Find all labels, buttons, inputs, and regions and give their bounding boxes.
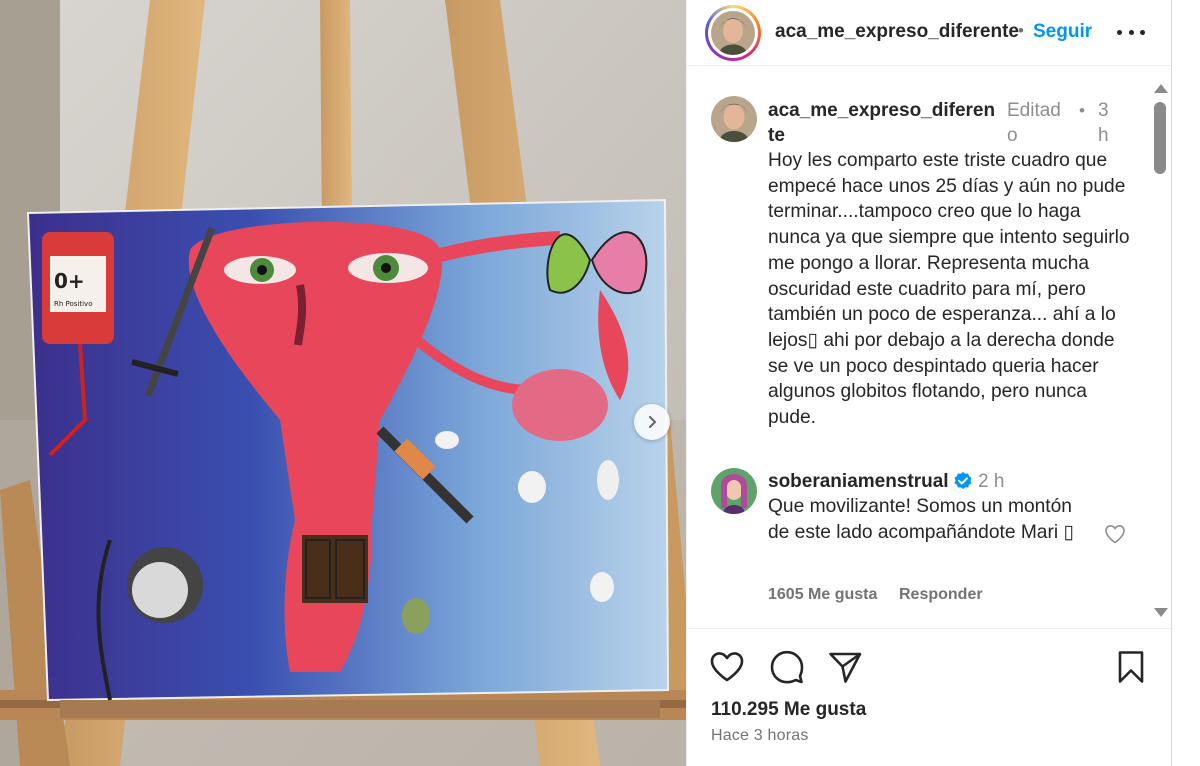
author-avatar (711, 11, 755, 55)
scroll-down-arrow[interactable] (1154, 608, 1168, 617)
more-options-icon[interactable] (1117, 22, 1145, 42)
avatar-image (711, 468, 757, 514)
comment-icon[interactable] (769, 649, 805, 685)
header-separator-dot: • (1018, 21, 1024, 40)
avatar-image (711, 11, 755, 55)
bookmark-icon[interactable] (1113, 649, 1149, 685)
post-header: aca_me_expreso_diferente • Seguir (687, 0, 1172, 66)
painting-photo: 0+ Rh Positivo (0, 0, 686, 766)
caption-avatar[interactable] (711, 96, 757, 142)
chevron-right-icon (648, 415, 657, 429)
more-dot (1140, 29, 1145, 35)
scroll-thumb[interactable] (1154, 102, 1166, 174)
svg-text:Rh Positivo: Rh Positivo (54, 300, 93, 308)
follow-button[interactable]: Seguir (1033, 21, 1092, 43)
comment-text: Que movilizante! Somos un montón de este… (768, 496, 1075, 543)
window-edge (1171, 0, 1200, 766)
svg-text:0+: 0+ (54, 269, 85, 293)
comment-username[interactable]: soberaniamenstrual (768, 469, 949, 494)
caption-separator-dot: • (1079, 101, 1085, 120)
comment-timestamp[interactable]: 2 h (978, 469, 1004, 494)
comments-scrollbar[interactable] (1150, 84, 1168, 624)
scroll-up-arrow[interactable] (1154, 84, 1168, 93)
heart-icon[interactable] (709, 649, 745, 685)
comment-reply-button[interactable]: Responder (899, 586, 983, 604)
header-username[interactable]: aca_me_expreso_diferente (775, 21, 1019, 43)
comment-avatar[interactable] (711, 468, 757, 514)
caption-username[interactable]: aca_me_expreso_diferente (768, 98, 1000, 148)
next-media-button[interactable] (634, 404, 670, 440)
avatar-frame (708, 8, 758, 58)
caption-edited-label: Editado (1007, 100, 1061, 146)
avatar-image (711, 96, 757, 142)
more-dot (1117, 29, 1122, 35)
caption-text: Hoy les comparto este triste cuadro que … (768, 150, 1130, 429)
comments-section[interactable]: aca_me_expreso_diferente Editado • 3 h H… (687, 78, 1149, 623)
author-avatar-story-ring[interactable] (705, 5, 761, 61)
post-actions: 110.295 Me gusta Hace 3 horas (687, 628, 1172, 766)
post-side-panel: aca_me_expreso_diferente • Seguir aca_me… (686, 0, 1172, 766)
more-dot (1128, 29, 1134, 35)
verified-badge-icon (954, 472, 972, 489)
share-icon[interactable] (827, 649, 863, 685)
post-likes-count[interactable]: 110.295 Me gusta (711, 699, 866, 721)
comment-likes-count[interactable]: 1605 Me gusta (768, 586, 877, 604)
caption-timestamp[interactable]: 3 h (1098, 98, 1112, 148)
post-timestamp[interactable]: Hace 3 horas (711, 727, 809, 745)
post-media[interactable]: 0+ Rh Positivo (0, 0, 686, 766)
comment-like-heart-icon[interactable] (1103, 522, 1127, 546)
